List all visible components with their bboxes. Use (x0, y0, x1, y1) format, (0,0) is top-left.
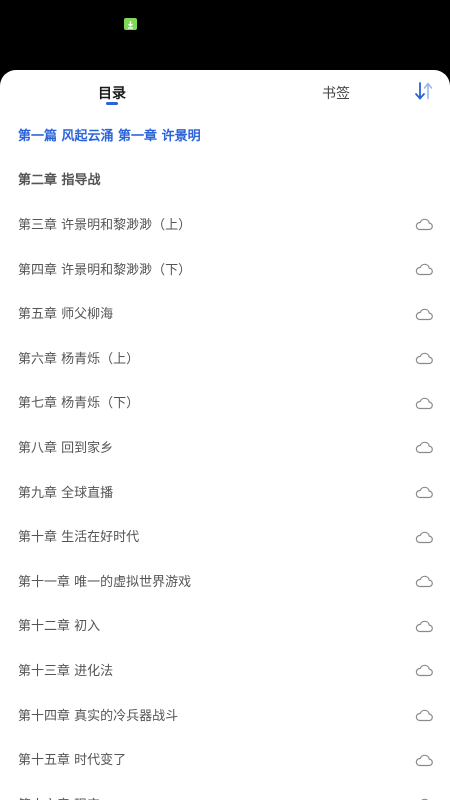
chapter-item[interactable]: 第四章 许景明和黎渺渺（下） (0, 246, 450, 291)
cloud-icon (414, 573, 434, 588)
chapter-title: 第十六章 现实 (18, 794, 100, 800)
chapter-title: 第十三章 进化法 (18, 663, 114, 679)
cloud-icon (414, 261, 434, 276)
chapter-item[interactable]: 第六章 杨青烁（上） (0, 335, 450, 380)
status-bar (0, 0, 450, 70)
chapter-title: 第三章 许景明和黎渺渺（上） (18, 217, 192, 233)
chapter-title: 第一篇 风起云涌 第一章 许景明 (18, 128, 201, 144)
chapter-item[interactable]: 第十四章 真实的冷兵器战斗 (0, 692, 450, 737)
chapter-item[interactable]: 第十二章 初入 (0, 603, 450, 648)
chapter-title: 第十五章 时代变了 (18, 753, 127, 769)
tab-bookmarks[interactable]: 书签 (322, 83, 350, 103)
chapter-title: 第四章 许景明和黎渺渺（下） (18, 262, 192, 278)
cloud-icon (414, 707, 434, 722)
download-arrow-icon (124, 18, 137, 30)
chapter-sheet: 目录 书签 第一篇 风起云涌 第一章 许景明 第二章 指导战第三章 许景明和黎渺渺… (0, 70, 450, 800)
cloud-icon (414, 306, 434, 320)
chapter-item[interactable]: 第七章 杨青烁（下） (0, 380, 450, 425)
tab-bar: 目录 书签 (0, 70, 450, 114)
tab-contents[interactable]: 目录 (98, 83, 126, 103)
cloud-icon (414, 484, 434, 499)
chapter-title: 第十一章 唯一的虚拟世界游戏 (18, 574, 192, 590)
chapter-title: 第九章 全球直播 (18, 485, 114, 501)
chapter-title: 第十二章 初入 (18, 619, 101, 635)
chapter-title: 第五章 师父柳海 (18, 307, 114, 323)
sort-order-icon[interactable] (412, 80, 436, 102)
cloud-icon (414, 439, 434, 454)
cloud-icon (414, 350, 434, 365)
chapter-title: 第七章 杨青烁（下） (18, 396, 140, 412)
active-tab-indicator (106, 102, 118, 105)
chapter-item[interactable]: 第十六章 现实 (0, 781, 450, 800)
chapter-title: 第六章 杨青烁（上） (18, 351, 140, 367)
chapter-item[interactable]: 第十章 生活在好时代 (0, 513, 450, 558)
cloud-icon (414, 529, 434, 543)
cloud-icon (414, 752, 434, 766)
cloud-icon (414, 618, 434, 632)
chapter-item[interactable]: 第三章 许景明和黎渺渺（上） (0, 201, 450, 246)
chapter-item[interactable]: 第十五章 时代变了 (0, 736, 450, 781)
chapter-list: 第一篇 风起云涌 第一章 许景明 第二章 指导战第三章 许景明和黎渺渺（上） 第四章… (0, 112, 450, 800)
cloud-icon (414, 216, 434, 231)
chapter-item[interactable]: 第十三章 进化法 (0, 647, 450, 692)
cloud-icon (414, 796, 434, 800)
chapter-title: 第八章 回到家乡 (18, 440, 114, 456)
chapter-title: 第十章 生活在好时代 (18, 530, 140, 546)
chapter-item[interactable]: 第二章 指导战 (0, 157, 450, 202)
chapter-title: 第二章 指导战 (18, 173, 101, 189)
cloud-icon (414, 395, 434, 409)
chapter-item[interactable]: 第五章 师父柳海 (0, 290, 450, 335)
cloud-icon (414, 662, 434, 677)
chapter-item[interactable]: 第八章 回到家乡 (0, 424, 450, 469)
chapter-item[interactable]: 第一篇 风起云涌 第一章 许景明 (0, 112, 450, 157)
chapter-item[interactable]: 第九章 全球直播 (0, 469, 450, 514)
chapter-item[interactable]: 第十一章 唯一的虚拟世界游戏 (0, 558, 450, 603)
chapter-title: 第十四章 真实的冷兵器战斗 (18, 708, 179, 724)
